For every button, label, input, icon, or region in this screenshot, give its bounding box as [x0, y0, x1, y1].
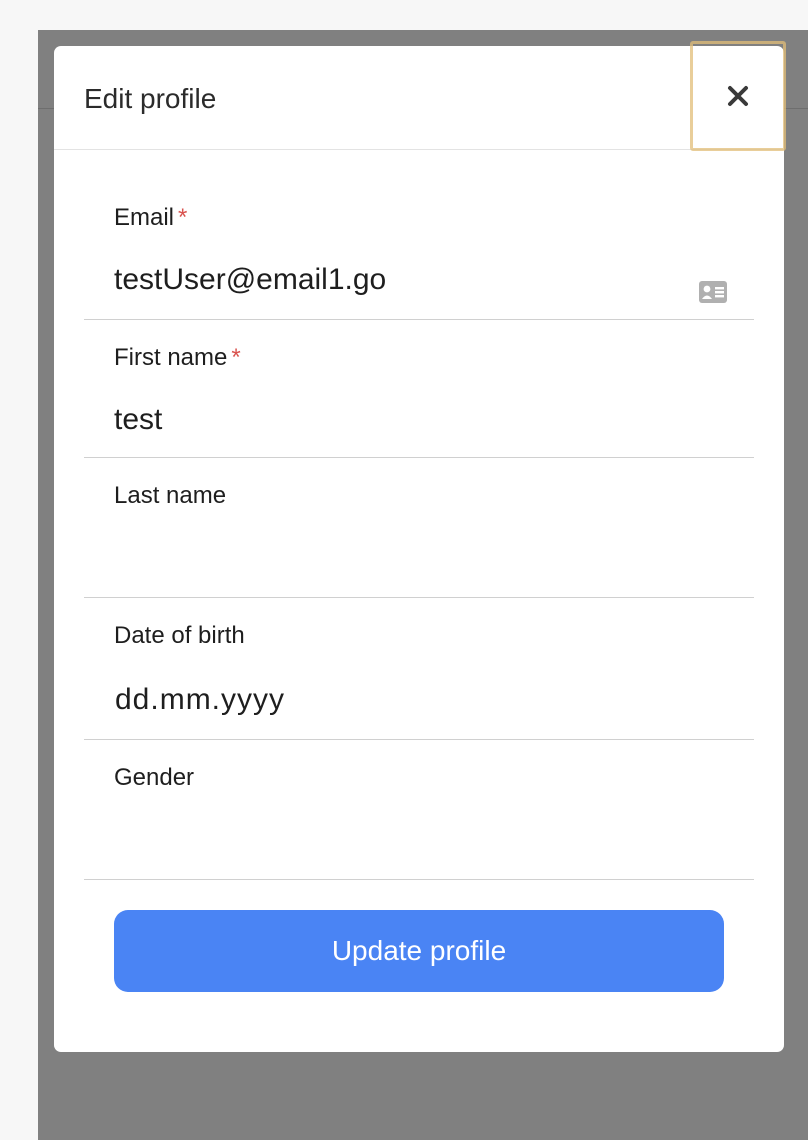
first-name-input[interactable] [114, 400, 674, 440]
contact-card-icon[interactable] [698, 280, 728, 304]
date-of-birth-field[interactable]: Date of birth dd.mm.yyyy [84, 598, 754, 740]
modal-title: Edit profile [84, 83, 217, 114]
page: Edit profile Email * testUser@email1.go … [0, 0, 808, 1140]
gender-field: Gender [84, 740, 754, 880]
update-profile-button[interactable]: Update profile [114, 910, 724, 992]
first-name-label: First name * [114, 344, 241, 372]
last-name-input[interactable] [114, 538, 674, 578]
date-of-birth-input[interactable]: dd.mm.yyyy [115, 680, 285, 720]
required-marker: * [178, 204, 188, 231]
last-name-field: Last name [84, 458, 754, 598]
date-of-birth-label: Date of birth [114, 622, 245, 649]
email-field: Email * [84, 196, 754, 320]
required-marker: * [231, 344, 241, 371]
first-name-label-text: First name [114, 344, 228, 371]
last-name-label: Last name [114, 482, 227, 509]
first-name-field: First name * [84, 320, 754, 458]
email-input[interactable] [114, 260, 674, 300]
edit-profile-modal: Edit profile Email * testUser@email1.go … [54, 41, 786, 1052]
close-button[interactable] [690, 41, 786, 151]
modal-header: Edit profile [54, 41, 786, 151]
close-icon [728, 86, 748, 106]
gender-input[interactable] [114, 820, 674, 860]
email-label-text: Email [114, 204, 175, 231]
email-label: Email * [114, 204, 187, 232]
gender-label: Gender [114, 764, 195, 791]
